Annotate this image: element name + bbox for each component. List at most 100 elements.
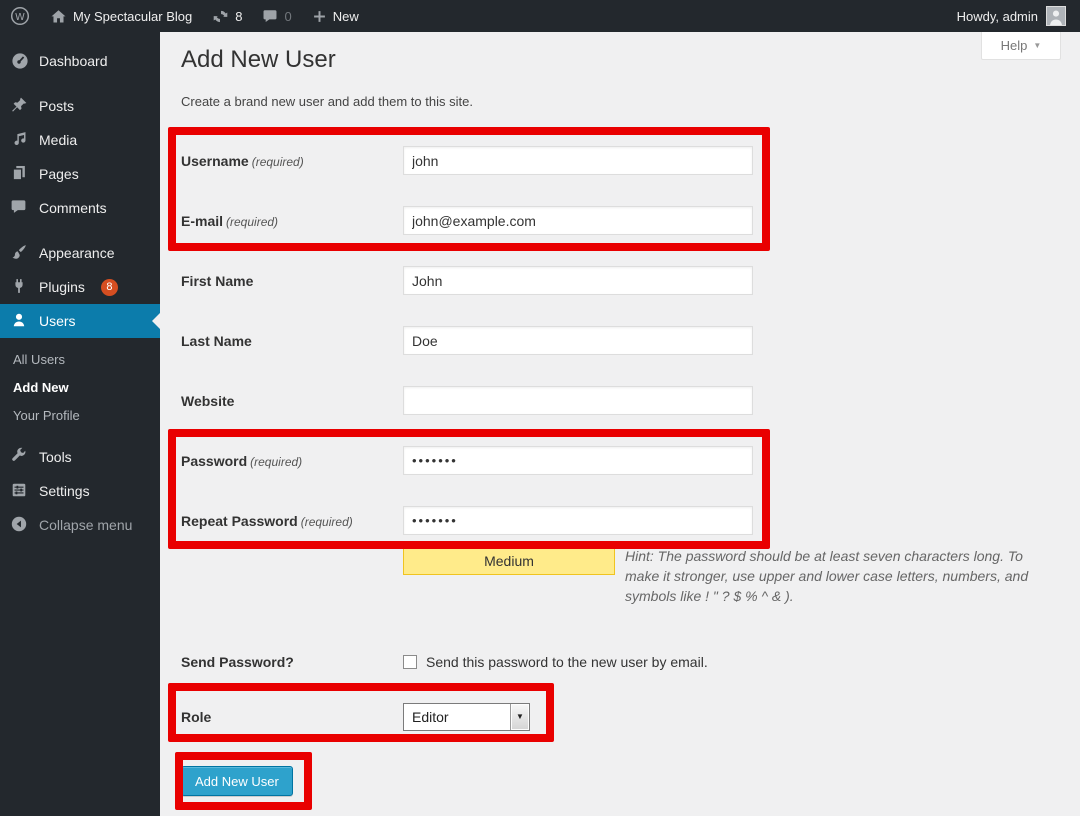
plus-icon [312, 9, 327, 24]
sidebar-item-label: Pages [39, 166, 79, 182]
plugin-icon [10, 277, 30, 297]
submenu-item-add-new[interactable]: Add New [0, 374, 160, 402]
repeat-password-input[interactable] [403, 506, 753, 535]
password-strength-indicator: Medium [403, 548, 615, 575]
website-input[interactable] [403, 386, 753, 415]
sidebar-item-label: Settings [39, 483, 90, 499]
sidebar-item-appearance[interactable]: Appearance [0, 236, 160, 270]
sidebar-item-label: Comments [39, 200, 107, 216]
first-name-row: First Name [181, 266, 753, 295]
role-select-value: Editor [404, 704, 510, 730]
chevron-down-icon: ▼ [1033, 41, 1041, 50]
password-strength-row: Medium Hint: The password should be at l… [395, 546, 1043, 606]
site-name-label: My Spectacular Blog [73, 9, 192, 24]
sidebar-item-label: Posts [39, 98, 74, 114]
account-menu[interactable]: Howdy, admin [957, 6, 1080, 26]
pages-icon [10, 164, 30, 184]
page-title: Add New User [181, 46, 336, 74]
sidebar-item-settings[interactable]: Settings [0, 474, 160, 508]
new-label: New [333, 9, 359, 24]
sidebar-item-label: Media [39, 132, 77, 148]
select-dropdown-button[interactable]: ▼ [510, 704, 529, 730]
sidebar-item-tools[interactable]: Tools [0, 440, 160, 474]
sidebar-item-comments[interactable]: Comments [0, 191, 160, 225]
update-count: 8 [235, 9, 242, 24]
sidebar-item-label: Appearance [39, 245, 115, 261]
main-content: Help ▼ Add New User Create a brand new u… [160, 32, 1080, 816]
svg-text:W: W [15, 12, 25, 23]
collapse-arrow-icon [10, 515, 30, 535]
sidebar-item-label: Tools [39, 449, 72, 465]
comment-count: 0 [284, 9, 291, 24]
first-name-input[interactable] [403, 266, 753, 295]
submenu-item-all-users[interactable]: All Users [0, 346, 160, 374]
last-name-label: Last Name [181, 333, 403, 349]
media-icon [10, 130, 30, 150]
website-row: Website [181, 386, 753, 415]
first-name-label: First Name [181, 273, 403, 289]
update-count-badge: 8 [101, 279, 118, 296]
role-row: Role Editor ▼ [181, 702, 530, 731]
collapse-menu-button[interactable]: Collapse menu [0, 508, 160, 542]
sidebar-item-label: Dashboard [39, 53, 108, 69]
howdy-label: Howdy, admin [957, 9, 1038, 24]
email-input[interactable] [403, 206, 753, 235]
avatar [1046, 6, 1066, 26]
comments-link[interactable]: 0 [252, 0, 301, 32]
pin-icon [10, 96, 30, 116]
send-password-row: Send Password? Send this password to the… [181, 647, 708, 676]
sidebar-item-label: Users [39, 313, 76, 329]
admin-bar: W My Spectacular Blog 8 0 New Howdy, adm… [0, 0, 1080, 32]
sidebar-item-dashboard[interactable]: Dashboard [0, 44, 160, 78]
password-row: Password(required) [181, 446, 753, 475]
wordpress-logo-icon: W [10, 6, 30, 26]
users-submenu: All Users Add New Your Profile [0, 338, 160, 440]
page-description: Create a brand new user and add them to … [181, 94, 473, 109]
sidebar-item-posts[interactable]: Posts [0, 89, 160, 123]
new-content-button[interactable]: New [302, 0, 369, 32]
website-label: Website [181, 393, 403, 409]
updates-icon [212, 8, 229, 25]
settings-icon [10, 481, 30, 501]
email-label: E-mail(required) [181, 213, 403, 229]
role-select[interactable]: Editor ▼ [403, 703, 530, 731]
users-icon [10, 311, 30, 331]
sidebar-item-label: Plugins [39, 279, 85, 295]
home-icon [50, 8, 67, 25]
current-menu-arrow [152, 313, 160, 329]
collapse-menu-label: Collapse menu [39, 517, 132, 533]
help-button[interactable]: Help ▼ [981, 32, 1061, 60]
tools-icon [10, 447, 30, 467]
send-password-checkbox-label: Send this password to the new user by em… [426, 654, 708, 670]
send-password-label: Send Password? [181, 654, 403, 670]
last-name-input[interactable] [403, 326, 753, 355]
password-hint: Hint: The password should be at least se… [625, 548, 1028, 604]
help-label: Help [1001, 38, 1028, 53]
sidebar-item-media[interactable]: Media [0, 123, 160, 157]
password-input[interactable] [403, 446, 753, 475]
admin-menu: Dashboard Posts Media Pages Comments App… [0, 32, 160, 816]
email-row: E-mail(required) [181, 206, 753, 235]
repeat-password-label: Repeat Password(required) [181, 513, 403, 529]
send-password-checkbox[interactable] [403, 655, 417, 669]
sidebar-item-users[interactable]: Users [0, 304, 160, 338]
updates-link[interactable]: 8 [202, 0, 252, 32]
appearance-icon [10, 243, 30, 263]
repeat-password-row: Repeat Password(required) [181, 506, 753, 535]
sidebar-item-plugins[interactable]: Plugins 8 [0, 270, 160, 304]
sidebar-item-pages[interactable]: Pages [0, 157, 160, 191]
wordpress-menu-button[interactable]: W [0, 0, 40, 32]
dashboard-icon [10, 51, 30, 71]
send-password-option: Send this password to the new user by em… [403, 654, 708, 670]
username-row: Username(required) [181, 146, 753, 175]
site-name-link[interactable]: My Spectacular Blog [40, 0, 202, 32]
chevron-down-icon: ▼ [516, 712, 524, 721]
role-label: Role [181, 709, 403, 725]
comments-icon [10, 198, 30, 218]
comment-bubble-icon [262, 8, 278, 24]
password-label: Password(required) [181, 453, 403, 469]
add-new-user-button[interactable]: Add New User [181, 766, 293, 796]
username-label: Username(required) [181, 153, 403, 169]
submenu-item-your-profile[interactable]: Your Profile [0, 402, 160, 430]
username-input[interactable] [403, 146, 753, 175]
